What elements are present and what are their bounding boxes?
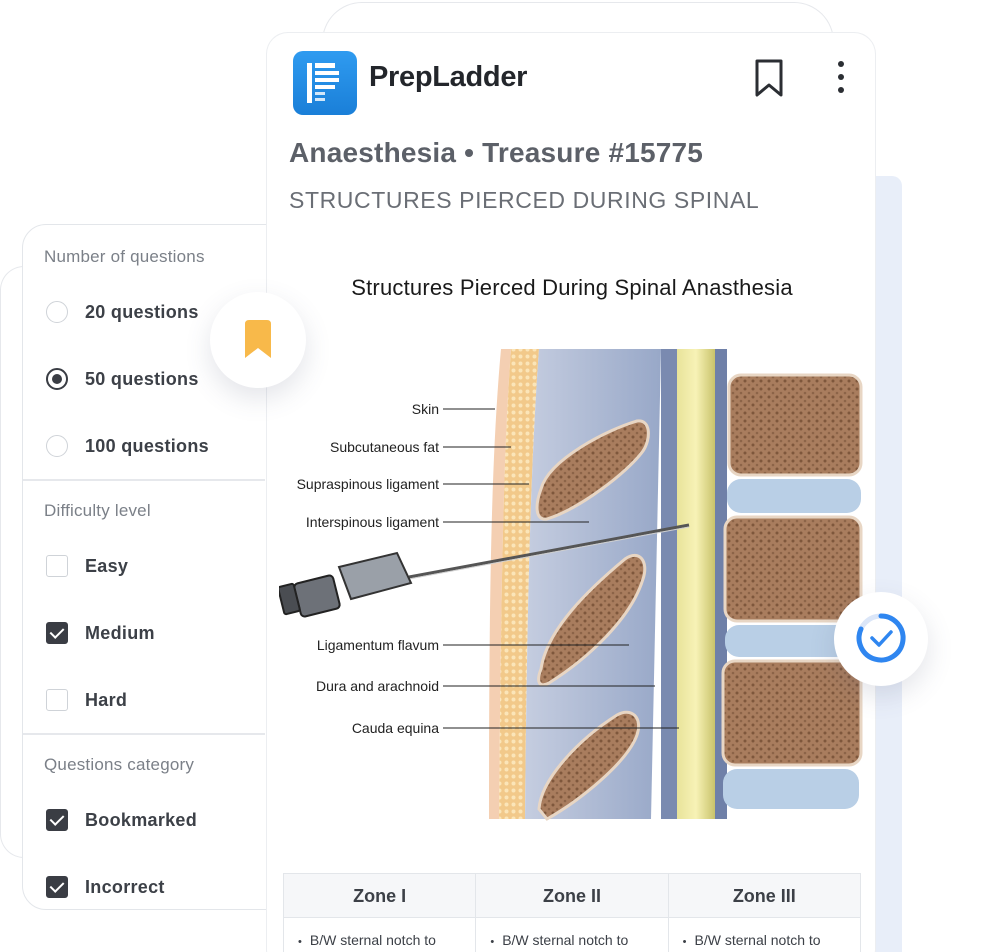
section-title-difficulty-level: Difficulty level [44,501,151,520]
spine-illustration: Skin Subcutaneous fat Supraspinous ligam… [279,349,863,821]
zone-header: Zone III [732,886,796,906]
option-hard[interactable]: Hard [46,687,127,713]
zone-cell: B/W sternal notch to [476,918,669,952]
option-label: Easy [85,555,129,576]
bookmark-filled-icon [245,320,271,358]
option-20-questions[interactable]: 20 questions [46,299,199,325]
main-card: PrepLadder Anaesthesia • Treasure #15775… [266,32,876,952]
option-easy[interactable]: Easy [46,553,128,579]
zone-table: Zone I Zone II Zone III B/W sternal notc… [283,873,861,952]
option-label: Bookmarked [85,809,198,830]
option-label: 100 questions [85,435,209,456]
radio-button[interactable] [46,435,68,457]
zone-cell: B/W sternal notch to [284,918,477,952]
checkbox-checked[interactable] [46,876,68,898]
option-incorrect[interactable]: Incorrect [46,874,165,900]
checkbox[interactable] [46,689,68,711]
label-dura-and-arachnoid: Dura and arachnoid [316,678,439,694]
label-ligamentum-flavum: Ligamentum flavum [317,637,439,653]
label-cauda-equina: Cauda equina [352,720,439,736]
bookmark-bubble[interactable] [210,292,306,388]
label-supraspinous-ligament: Supraspinous ligament [297,476,440,492]
option-bookmarked[interactable]: Bookmarked [46,807,197,833]
zone-header: Zone II [476,874,669,917]
page-subtitle: STRUCTURES PIERCED DURING SPINAL [289,187,760,213]
section-title-number-of-questions: Number of questions [44,247,205,266]
progress-bubble[interactable] [834,592,928,686]
brand-name: PrepLadder [369,61,528,93]
label-skin: Skin [412,401,439,417]
option-medium[interactable]: Medium [46,620,155,646]
zone-header: Zone I [284,874,477,917]
option-label: 20 questions [85,301,199,322]
progress-check-icon [856,613,906,663]
checkbox[interactable] [46,555,68,577]
option-label: Incorrect [85,876,165,897]
more-vertical-icon[interactable] [833,57,849,97]
option-label: Medium [85,622,155,643]
option-label: 50 questions [85,368,199,389]
radio-button[interactable] [46,301,68,323]
option-50-questions[interactable]: 50 questions [46,366,199,392]
page-title: Anaesthesia • Treasure #15775 [289,137,704,168]
checkbox-checked[interactable] [46,809,68,831]
label-subcutaneous-fat: Subcutaneous fat [330,439,439,455]
prepladder-logo-icon [293,51,357,115]
bookmark-outline-icon[interactable] [751,57,787,104]
radio-button-selected[interactable] [46,368,68,390]
zone-table-header: Zone I Zone II Zone III [284,874,860,918]
section-title-questions-category: Questions category [44,755,195,774]
anatomy-figure: Structures Pierced During Spinal Anasthe… [279,249,879,879]
figure-title: Structures Pierced During Spinal Anasthe… [351,275,793,300]
zone-cell: B/W sternal notch to [669,918,860,952]
checkbox-checked[interactable] [46,622,68,644]
option-100-questions[interactable]: 100 questions [46,433,209,459]
label-interspinous-ligament: Interspinous ligament [306,514,439,530]
section-divider [23,479,265,481]
section-divider [23,733,265,735]
table-row: B/W sternal notch to B/W sternal notch t… [284,918,860,952]
option-label: Hard [85,689,128,710]
